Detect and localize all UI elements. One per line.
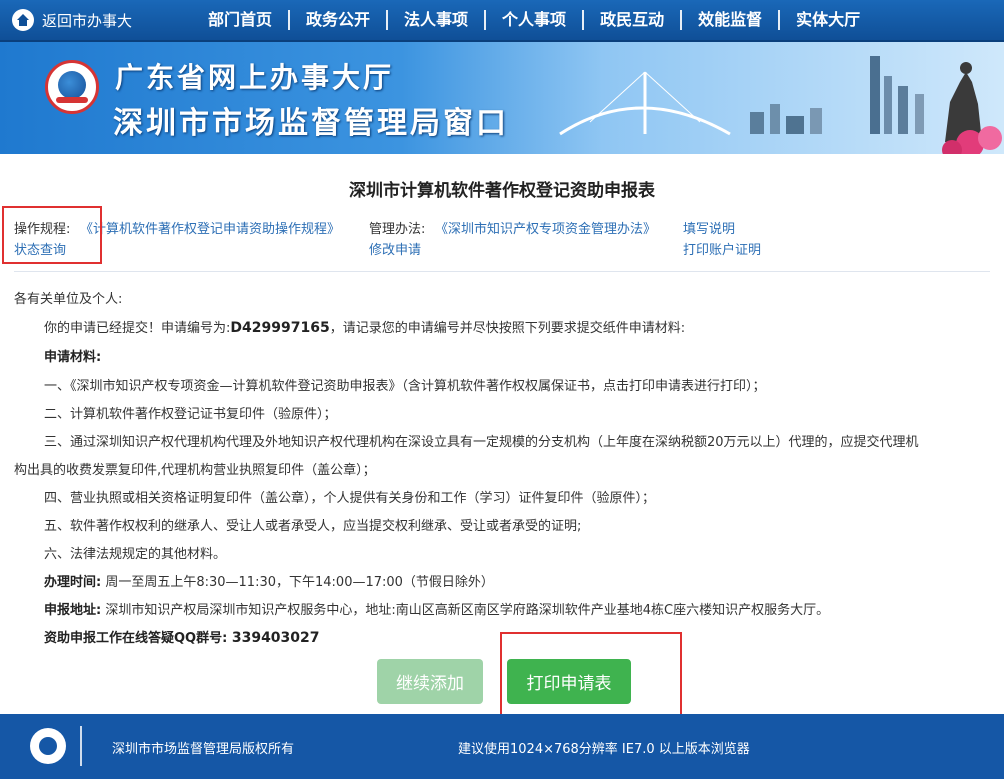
method-link[interactable]: 《深圳市知识产权专项资金管理办法》 <box>435 218 656 237</box>
main-nav: 部门首页 政务公开 法人事项 个人事项 政民互动 效能监督 实体大厅 <box>192 0 876 40</box>
top-nav-bar: 返回市办事大 部门首页 政务公开 法人事项 个人事项 政民互动 效能监督 实体大… <box>0 0 1004 42</box>
banner-title-line1: 广东省网上办事大厅 <box>115 61 395 94</box>
material-item-1: 一、《深圳市知识产权专项资金—计算机软件登记资助申报表》（含计算机软件著作权权属… <box>44 379 766 394</box>
footer-copyright: 深圳市市场监督管理局版权所有 <box>112 742 295 757</box>
material-item-4: 四、营业执照或相关资格证明复印件（盖公章），个人提供有关身份和工作（学习）证件复… <box>44 491 656 506</box>
material-item-3-line1: 三、通过深圳知识产权代理机构代理及外地知识产权代理机构在深设立具有一定规模的分支… <box>44 435 919 450</box>
nav-divider <box>386 10 389 30</box>
office-hours-value: 周一至周五上午8:30—11:30，下午14:00—17:00（节假日除外） <box>105 575 494 590</box>
material-item-3-line2: 构出具的收费发票复印件,代理机构营业执照复印件（盖公章）； <box>14 463 376 478</box>
materials-heading: 申请材料: <box>44 350 102 365</box>
print-account-proof-link[interactable]: 打印账户证明 <box>683 239 761 258</box>
procedure-link[interactable]: 《计算机软件著作权登记申请资助操作规程》 <box>80 218 340 237</box>
qq-group: 资助申报工作在线答疑QQ群号: 339403027 <box>44 627 320 646</box>
nav-supervision[interactable]: 效能监督 <box>682 10 778 30</box>
office-hours: 办理时间: 周一至周五上午8:30—11:30，下午14:00—17:00（节假… <box>44 571 494 590</box>
office-hours-label: 办理时间: <box>44 575 102 590</box>
footer-divider <box>80 726 82 766</box>
back-to-city-hall-link[interactable]: 返回市办事大 <box>12 8 132 32</box>
home-icon <box>12 9 34 31</box>
fill-instructions-link[interactable]: 填写说明 <box>683 218 735 237</box>
nav-individual[interactable]: 个人事项 <box>486 10 582 30</box>
nav-divider <box>582 10 585 30</box>
greeting: 各有关单位及个人: <box>14 292 123 307</box>
submitted-message: 你的申请已经提交！申请编号为:D429997165，请记录您的申请编号并尽快按照… <box>44 317 685 336</box>
qq-group-number: 339403027 <box>231 630 320 646</box>
nav-divider <box>288 10 291 30</box>
nav-interaction[interactable]: 政民互动 <box>584 10 680 30</box>
submitted-suffix: ，请记录您的申请编号并尽快按照下列要求提交纸件申请材料: <box>329 321 686 336</box>
modify-application-link[interactable]: 修改申请 <box>369 239 421 258</box>
address-label: 申报地址: <box>44 603 102 618</box>
emblem-logo <box>45 60 99 114</box>
links-row-1: 操作规程: 《计算机软件著作权登记申请资助操作规程》 管理办法: 《深圳市知识产… <box>14 218 994 238</box>
links-row-2: 状态查询 修改申请 打印账户证明 <box>14 239 994 259</box>
footer-logo-icon <box>30 728 66 764</box>
material-item-6: 六、法律法规规定的其他材料。 <box>44 547 227 562</box>
material-item-2: 二、计算机软件著作权登记证书复印件（验原件）； <box>44 407 337 422</box>
submission-address: 申报地址: 深圳市知识产权局深圳市知识产权服务中心，地址:南山区高新区南区学府路… <box>44 599 829 618</box>
nav-divider <box>778 10 781 30</box>
nav-department-home[interactable]: 部门首页 <box>192 10 288 30</box>
footer-browser-tip: 建议使用1024×768分辨率 IE7.0 以上版本浏览器 <box>458 742 750 757</box>
submitted-prefix: 你的申请已经提交！申请编号为: <box>44 321 231 336</box>
nav-legal-person[interactable]: 法人事项 <box>388 10 484 30</box>
section-divider <box>14 271 990 272</box>
page: 返回市办事大 部门首页 政务公开 法人事项 个人事项 政民互动 效能监督 实体大… <box>0 0 1004 779</box>
nav-divider <box>680 10 683 30</box>
address-value: 深圳市知识产权局深圳市知识产权服务中心，地址:南山区高新区南区学府路深圳软件产业… <box>105 603 830 618</box>
nav-government-affairs[interactable]: 政务公开 <box>290 10 386 30</box>
nav-divider <box>484 10 487 30</box>
back-label: 返回市办事大 <box>42 11 133 30</box>
material-item-5: 五、软件著作权权利的继承人、受让人或者承受人，应当提交权利继承、受让或者承受的证… <box>44 519 582 534</box>
page-footer: 深圳市市场监督管理局版权所有 建议使用1024×768分辨率 IE7.0 以上版… <box>0 714 1004 779</box>
highlight-box-print-button <box>500 632 682 724</box>
city-skyline-image <box>559 56 1002 154</box>
banner-title-line2: 深圳市市场监督管理局窗口 <box>113 106 509 141</box>
qq-group-label: 资助申报工作在线答疑QQ群号: <box>44 631 228 646</box>
method-label: 管理办法: <box>369 222 426 237</box>
continue-adding-button[interactable]: 继续添加 <box>377 659 483 704</box>
application-number: D429997165 <box>230 320 330 336</box>
form-title: 深圳市计算机软件著作权登记资助申报表 <box>349 181 655 201</box>
header-banner: 广东省网上办事大厅 深圳市市场监督管理局窗口 <box>0 42 1004 154</box>
nav-physical-hall[interactable]: 实体大厅 <box>780 10 876 30</box>
highlight-box-status-query <box>2 206 102 264</box>
